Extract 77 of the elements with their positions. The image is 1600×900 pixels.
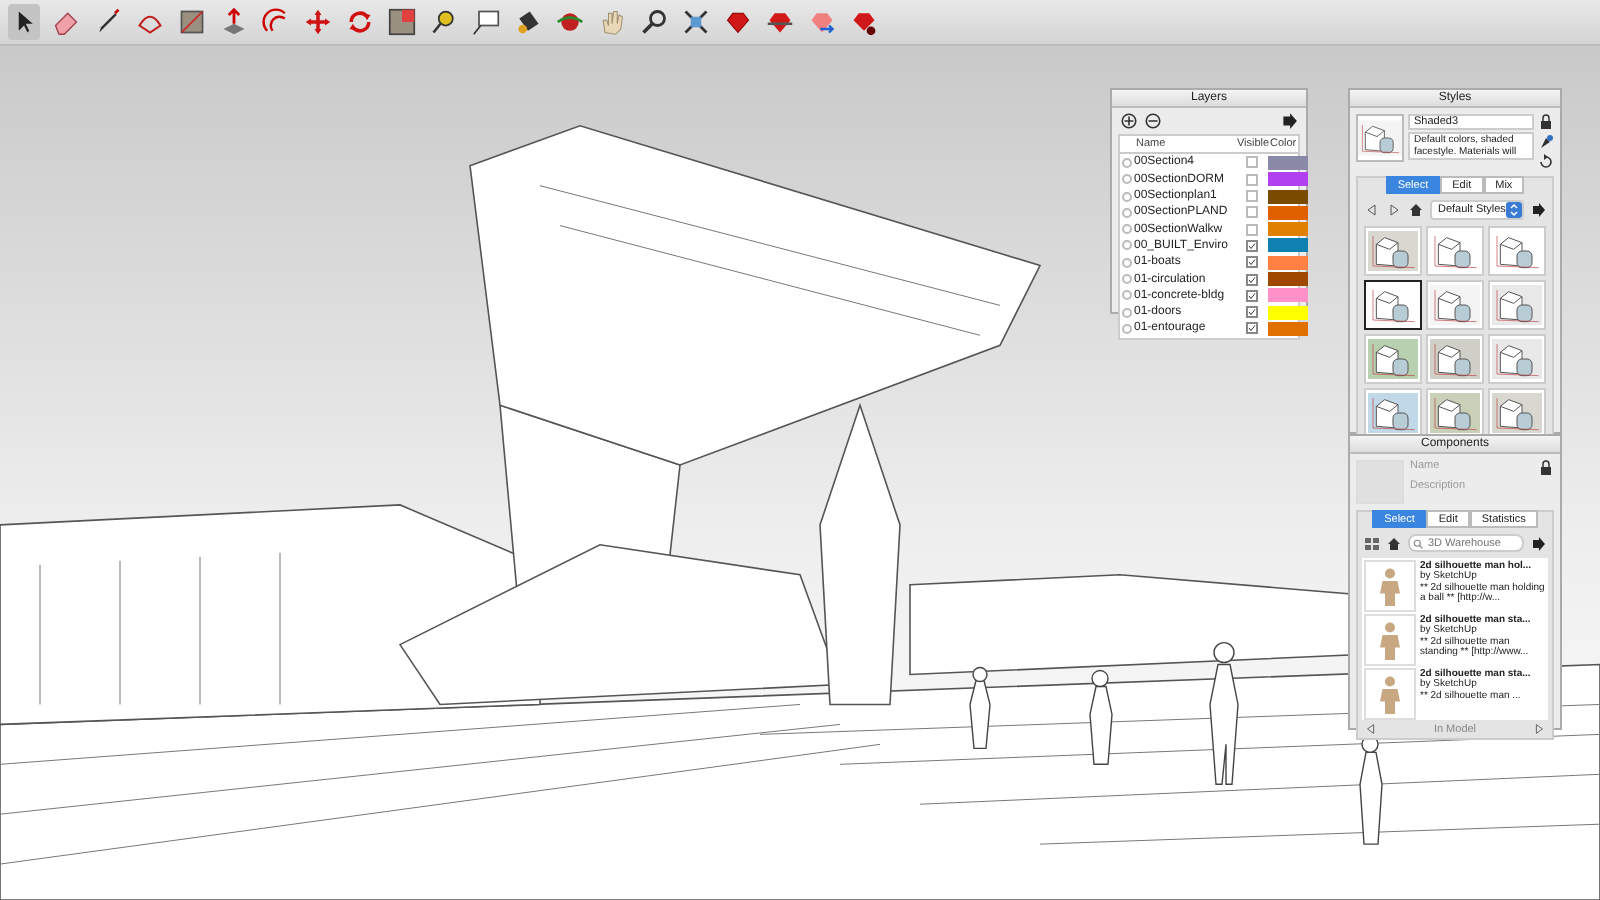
forward-icon: [1386, 202, 1402, 218]
orbit-icon: [556, 8, 584, 36]
color-swatch[interactable]: [1268, 305, 1308, 320]
dropdown-arrow-icon: [1506, 202, 1522, 218]
visible-checkbox[interactable]: [1245, 322, 1257, 335]
back-icon: [1364, 722, 1378, 736]
refresh-icon: [1538, 154, 1554, 170]
paint-bucket-icon: [514, 8, 542, 36]
visible-checkbox[interactable]: [1245, 173, 1257, 186]
color-swatch[interactable]: [1268, 255, 1308, 270]
color-swatch[interactable]: [1268, 205, 1308, 220]
gem-icon: [766, 8, 794, 36]
tool-button[interactable]: [8, 4, 40, 40]
radio-button[interactable]: [1122, 290, 1132, 301]
color-swatch[interactable]: [1268, 222, 1308, 237]
person-figure: [969, 666, 991, 750]
home-icon: [1408, 202, 1424, 218]
color-swatch[interactable]: [1268, 155, 1308, 170]
scale-icon: [388, 8, 416, 36]
hand-icon: [598, 8, 626, 36]
radio-button[interactable]: [1122, 191, 1132, 202]
style-preview: [1356, 114, 1404, 162]
radio-button[interactable]: [1122, 240, 1132, 251]
add-icon: [1120, 112, 1138, 130]
gem-icon: [850, 8, 878, 36]
zoom-icon: [640, 8, 668, 36]
back-icon: [1364, 202, 1380, 218]
visible-checkbox[interactable]: [1245, 256, 1257, 269]
visible-checkbox[interactable]: [1245, 239, 1257, 252]
rectangle-icon: [178, 8, 206, 36]
color-swatch[interactable]: [1268, 172, 1308, 187]
tape-measure-icon: [430, 8, 458, 36]
radio-button[interactable]: [1122, 157, 1132, 168]
visible-checkbox[interactable]: [1245, 223, 1257, 236]
radio-button[interactable]: [1122, 174, 1132, 185]
gem-arrow-icon: [808, 8, 836, 36]
offset-icon: [262, 8, 290, 36]
remove-icon: [1144, 112, 1162, 130]
gem-icon: [724, 8, 752, 36]
color-swatch[interactable]: [1268, 238, 1308, 253]
details-arrow-icon: [1530, 202, 1546, 218]
radio-button[interactable]: [1122, 224, 1132, 235]
color-swatch[interactable]: [1268, 189, 1308, 204]
radio-button[interactable]: [1122, 307, 1132, 318]
rotate-icon: [346, 8, 374, 36]
person-figure: [1089, 669, 1113, 766]
visible-checkbox[interactable]: [1245, 289, 1257, 302]
color-swatch[interactable]: [1268, 288, 1308, 303]
tool-button[interactable]: [386, 4, 418, 40]
zoom-extents-icon: [682, 8, 710, 36]
details-arrow-icon: [1280, 112, 1298, 130]
visible-checkbox[interactable]: [1245, 306, 1257, 319]
text-label-icon: [472, 8, 500, 36]
style-thumbnail[interactable]: [1364, 280, 1422, 330]
radio-button[interactable]: [1122, 323, 1132, 334]
visible-checkbox[interactable]: [1245, 156, 1257, 169]
lock-icon: [1538, 114, 1554, 130]
push-pull-icon: [220, 8, 248, 36]
paint-icon: [1538, 134, 1554, 150]
home-icon: [1386, 535, 1402, 551]
radio-button[interactable]: [1122, 207, 1132, 218]
visible-checkbox[interactable]: [1245, 190, 1257, 203]
person-figure: [1209, 641, 1239, 785]
pencil-icon: [94, 8, 122, 36]
color-swatch[interactable]: [1268, 321, 1308, 336]
color-swatch[interactable]: [1268, 272, 1308, 287]
forward-icon: [1531, 722, 1546, 736]
person-figure: [1359, 735, 1383, 845]
details-arrow-icon: [1530, 535, 1546, 551]
radio-button[interactable]: [1122, 274, 1132, 285]
radio-button[interactable]: [1122, 257, 1132, 268]
move-icon: [304, 8, 332, 36]
visible-checkbox[interactable]: [1245, 273, 1257, 286]
visible-checkbox[interactable]: [1245, 206, 1257, 219]
search-icon: [1412, 537, 1424, 549]
view-options-icon: [1364, 535, 1380, 551]
eraser-icon: [52, 8, 80, 36]
